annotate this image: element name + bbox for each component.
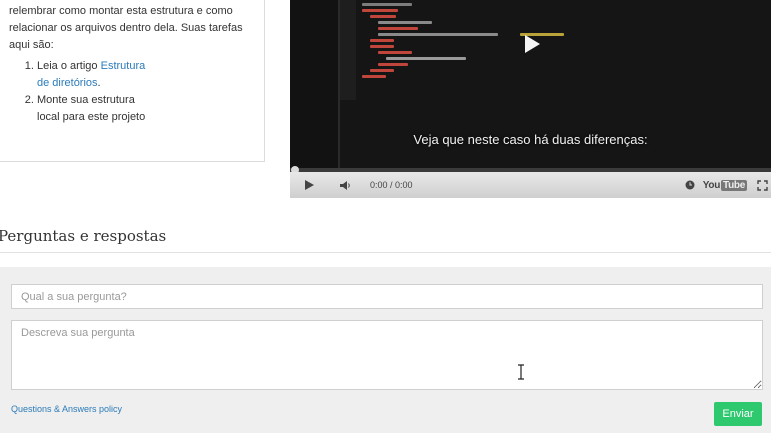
line-gutter <box>340 0 356 100</box>
big-play-button[interactable] <box>520 32 544 56</box>
task-item-build-structure: Monte sua estrutura local para este proj… <box>37 92 157 126</box>
video-player[interactable]: Veja que neste caso há duas diferenças: … <box>290 0 771 198</box>
task-item-prefix: Leia o artigo <box>37 60 101 72</box>
video-controls: 0:00 / 0:00 You Tube <box>290 172 771 198</box>
question-description-textarea[interactable] <box>11 320 763 390</box>
task-intro: relembrar como montar esta estrutura e c… <box>9 5 243 51</box>
clock-icon <box>685 180 695 190</box>
video-frame[interactable]: Veja que neste caso há duas diferenças: <box>290 0 771 170</box>
youtube-logo[interactable]: You Tube <box>702 179 747 191</box>
play-button[interactable] <box>294 172 324 198</box>
task-item-suffix: . <box>97 77 101 89</box>
video-time: 0:00 / 0:00 <box>370 180 413 190</box>
question-form: Questions & Answers policy Enviar <box>0 267 771 433</box>
play-icon <box>525 35 540 53</box>
qa-divider <box>0 252 771 253</box>
watch-later-button[interactable] <box>683 172 697 198</box>
play-icon <box>304 180 314 190</box>
fullscreen-button[interactable] <box>755 172 769 198</box>
question-title-input[interactable] <box>11 284 763 309</box>
volume-icon <box>340 180 350 190</box>
task-panel: relembrar como montar esta estrutura e c… <box>0 0 265 162</box>
youtube-logo-tube: Tube <box>721 179 747 191</box>
task-item-read-article: Leia o artigo Estrutura de diretórios. <box>37 58 157 92</box>
task-list: Leia o artigo Estrutura de diretórios. M… <box>9 58 256 126</box>
qa-policy-link[interactable]: Questions & Answers policy <box>11 404 122 414</box>
submit-question-button[interactable]: Enviar <box>714 402 762 426</box>
fullscreen-icon <box>756 179 768 191</box>
video-caption: Veja que neste caso há duas diferenças: <box>413 132 648 147</box>
youtube-logo-you: You <box>702 179 721 191</box>
volume-button[interactable] <box>334 172 356 198</box>
qa-section-title: Perguntas e respostas <box>0 227 167 245</box>
text-cursor-icon <box>518 364 524 380</box>
